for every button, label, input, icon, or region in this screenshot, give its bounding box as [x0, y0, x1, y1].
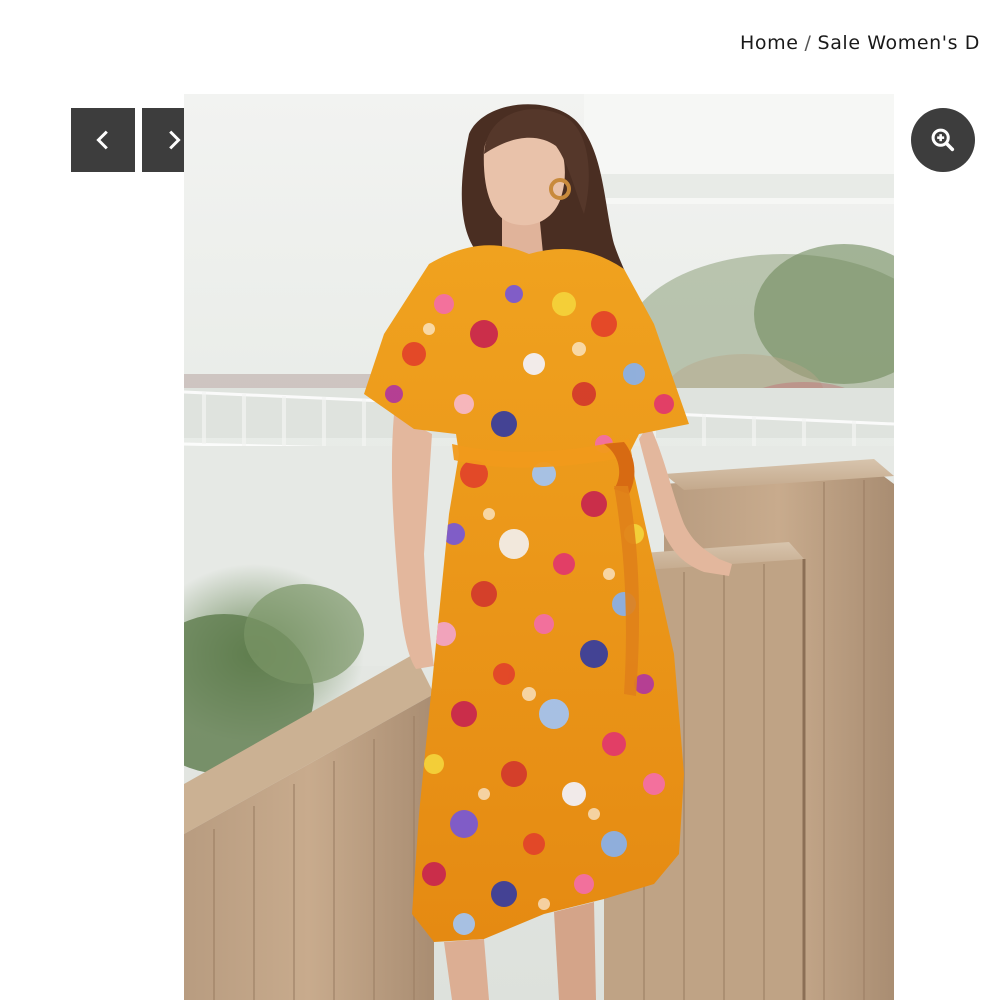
breadcrumb-home-link[interactable]: Home [740, 32, 799, 54]
chevron-left-icon [96, 130, 108, 150]
chevron-right-icon [169, 130, 181, 150]
breadcrumb-current[interactable]: Sale Women's D [818, 32, 980, 54]
zoom-button[interactable] [911, 108, 975, 172]
product-image[interactable] [184, 94, 894, 1000]
breadcrumb-separator: / [804, 32, 812, 54]
breadcrumb: Home / Sale Women's D [740, 32, 980, 54]
product-page: Home / Sale Women's D [0, 0, 1000, 1000]
product-photo [184, 94, 894, 1000]
zoom-in-icon [931, 128, 955, 152]
gallery-prev-button[interactable] [71, 108, 135, 172]
